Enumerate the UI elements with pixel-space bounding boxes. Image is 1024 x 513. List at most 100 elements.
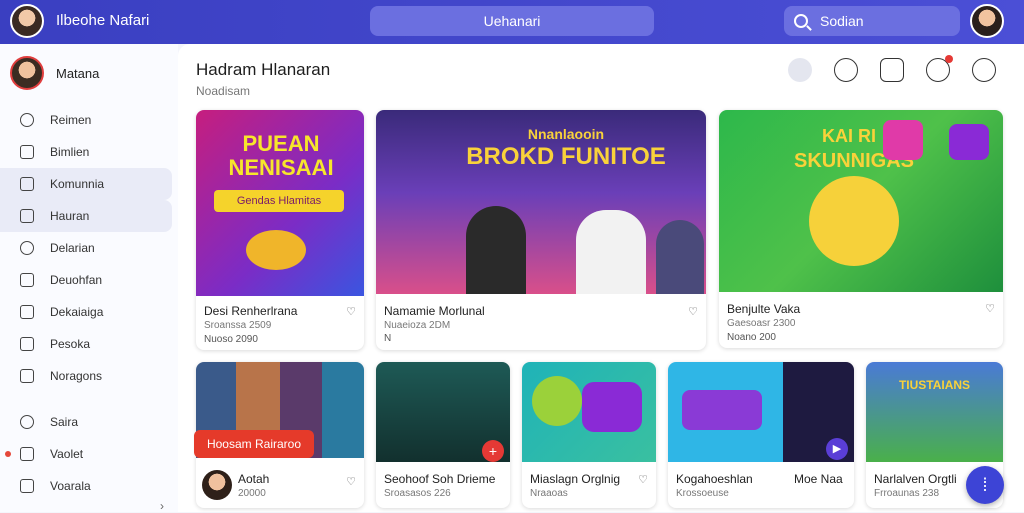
- sidebar-item-pesoka[interactable]: Pesoka: [0, 328, 178, 360]
- sidebar-item-komunnia[interactable]: Komunnia: [0, 168, 172, 200]
- smiley-icon[interactable]: [972, 58, 996, 82]
- sidebar-item-label: Bimlien: [50, 145, 90, 159]
- notification-badge: [945, 55, 953, 63]
- video-thumbnail[interactable]: TIUSTAIANS: [866, 362, 1003, 462]
- card-title: Desi Renherlrana: [204, 304, 298, 318]
- heart-icon[interactable]: ♡: [346, 475, 356, 488]
- notification-dot: [5, 451, 11, 457]
- search-input[interactable]: Sodian: [784, 6, 960, 36]
- sidebar-item-noragons[interactable]: Noragons: [0, 360, 178, 392]
- app-title: Ilbeohe Nafari: [56, 12, 150, 29]
- sidebar-item-dekaiaiga[interactable]: Dekaiaiga: [0, 296, 178, 328]
- add-icon[interactable]: +: [482, 440, 504, 462]
- home-icon: [20, 447, 34, 461]
- chat-icon: [20, 241, 34, 255]
- thumbnail-object: [246, 230, 306, 270]
- card-meta: Sroasasos 226: [384, 488, 451, 499]
- heart-icon[interactable]: ♡: [688, 305, 698, 318]
- video-card[interactable]: Miaslagn Orglnig Nraaoas ♡: [522, 362, 656, 508]
- thumbnail-banner: Nnanlaooin: [527, 126, 605, 142]
- sidebar-item-vaolet[interactable]: Vaolet: [0, 438, 178, 470]
- thumbnail-person: [656, 220, 704, 294]
- thumbnail-object: [582, 382, 642, 432]
- page-title: Hadram Hlanaran: [196, 60, 331, 79]
- thumbnail-object: [883, 120, 923, 160]
- video-thumbnail[interactable]: Nnanlaooin BROKD FUNITOE: [376, 110, 706, 294]
- video-thumbnail[interactable]: +: [376, 362, 510, 462]
- thumbnail-person: [466, 206, 526, 294]
- top-bar: Ilbeohe Nafari Uehanari Sodian: [0, 0, 1024, 44]
- thumbnail-object: [949, 124, 989, 160]
- nav-divider: [0, 392, 178, 406]
- sidebar-item-delarian[interactable]: Delarian: [0, 232, 178, 264]
- profile-search-icon[interactable]: [788, 58, 812, 82]
- bell-icon[interactable]: [926, 55, 953, 82]
- document-icon: [20, 273, 34, 287]
- search-icon: [794, 14, 808, 28]
- user-avatar[interactable]: [970, 4, 1004, 38]
- app-logo-avatar[interactable]: [10, 4, 44, 38]
- sidebar-item-label: Saira: [50, 415, 79, 429]
- card-meta: Krossoeuse: [676, 488, 729, 499]
- search-placeholder: Sodian: [820, 13, 864, 29]
- card-meta: Nuaeioza 2DM: [384, 320, 451, 331]
- card-title: Aotah: [238, 472, 270, 486]
- list-icon: [20, 177, 34, 191]
- sidebar-item-voarala[interactable]: Voarala: [0, 470, 178, 502]
- video-card[interactable]: ▶ Kogahoeshlan Moe Naa Krossoeuse: [668, 362, 854, 508]
- sidebar-item-label: Pesoka: [50, 337, 91, 351]
- avatar: [10, 56, 44, 90]
- card-meta-secondary: Nuoso 2090: [204, 334, 258, 345]
- sidebar-item-bimlien[interactable]: Bimlien: [0, 136, 178, 168]
- card-title: Seohoof Soh Drieme: [384, 472, 496, 486]
- video-card[interactable]: Nnanlaooin BROKD FUNITOE Namamie Morluna…: [376, 110, 706, 350]
- video-card[interactable]: + Seohoof Soh Drieme Sroasasos 226: [376, 362, 510, 508]
- collapse-chevron-icon[interactable]: ›: [160, 499, 164, 513]
- video-thumbnail[interactable]: PUEAN NENISAAI Gendas Hlamitas: [196, 110, 364, 296]
- sidebar-item-deuohfan[interactable]: Deuohfan: [0, 264, 178, 296]
- thumbnail-object: [532, 376, 582, 426]
- share-icon[interactable]: [880, 58, 904, 82]
- avatar[interactable]: [202, 470, 232, 500]
- video-thumbnail[interactable]: ▶: [668, 362, 854, 462]
- create-button[interactable]: ⁞: [966, 466, 1004, 504]
- sidebar-item-label: Hauran: [50, 209, 90, 223]
- card-meta: Nraaoas: [530, 488, 568, 499]
- x-box-icon: [20, 305, 34, 319]
- heart-icon[interactable]: ♡: [985, 302, 995, 315]
- sidebar-item-label: Voarala: [50, 479, 91, 493]
- card-meta: Sroanssa 2509: [204, 320, 272, 331]
- heart-icon[interactable]: ♡: [638, 473, 648, 486]
- sidebar-item-hauran[interactable]: Hauran: [0, 200, 172, 232]
- play-icon[interactable]: ▶: [826, 438, 848, 460]
- heart-icon[interactable]: ♡: [346, 305, 356, 318]
- page-subtitle: Noadisam: [196, 84, 251, 98]
- center-tab[interactable]: Uehanari: [370, 6, 654, 36]
- video-card[interactable]: KAI RI SKUNNIGAS Benjulte Vaka Gaesoasr …: [719, 110, 1003, 348]
- sidebar-item-reimen[interactable]: Reimen: [0, 104, 178, 136]
- square-icon: [20, 209, 34, 223]
- pencil-icon: [20, 145, 34, 159]
- sidebar-item-saira[interactable]: Saira: [0, 406, 178, 438]
- video-thumbnail[interactable]: KAI RI SKUNNIGAS: [719, 110, 1003, 292]
- card-title: Kogahoeshlan: [676, 472, 753, 486]
- thumbnail-object: [809, 176, 899, 266]
- card-title: Narlalven Orgtli: [874, 472, 957, 486]
- thumbnail-banner: Gendas Hlamitas: [214, 190, 344, 212]
- map-icon: [20, 369, 34, 383]
- card-meta: 20000: [238, 488, 266, 499]
- card-meta: Gaesoasr 2300: [727, 318, 796, 329]
- sidebar-profile[interactable]: Matana: [10, 56, 99, 90]
- card-title: Namamie Morlunal: [384, 304, 485, 318]
- thumbnail-headline: PUEAN NENISAAI: [228, 131, 334, 180]
- thumbnail-headline: TIUSTAIANS: [898, 378, 971, 392]
- sidebar-item-label: Dekaiaiga: [50, 305, 104, 319]
- profile-name: Matana: [56, 65, 100, 81]
- video-card[interactable]: PUEAN NENISAAI Gendas Hlamitas Desi Renh…: [196, 110, 364, 350]
- card-meta-secondary: Noano 200: [727, 332, 776, 343]
- thumbnail-headline: BROKD FUNITOE: [466, 143, 666, 170]
- info-icon[interactable]: [834, 58, 858, 82]
- circle-icon: [20, 415, 34, 429]
- video-thumbnail[interactable]: [522, 362, 656, 462]
- sidebar-item-label: Delarian: [50, 241, 95, 255]
